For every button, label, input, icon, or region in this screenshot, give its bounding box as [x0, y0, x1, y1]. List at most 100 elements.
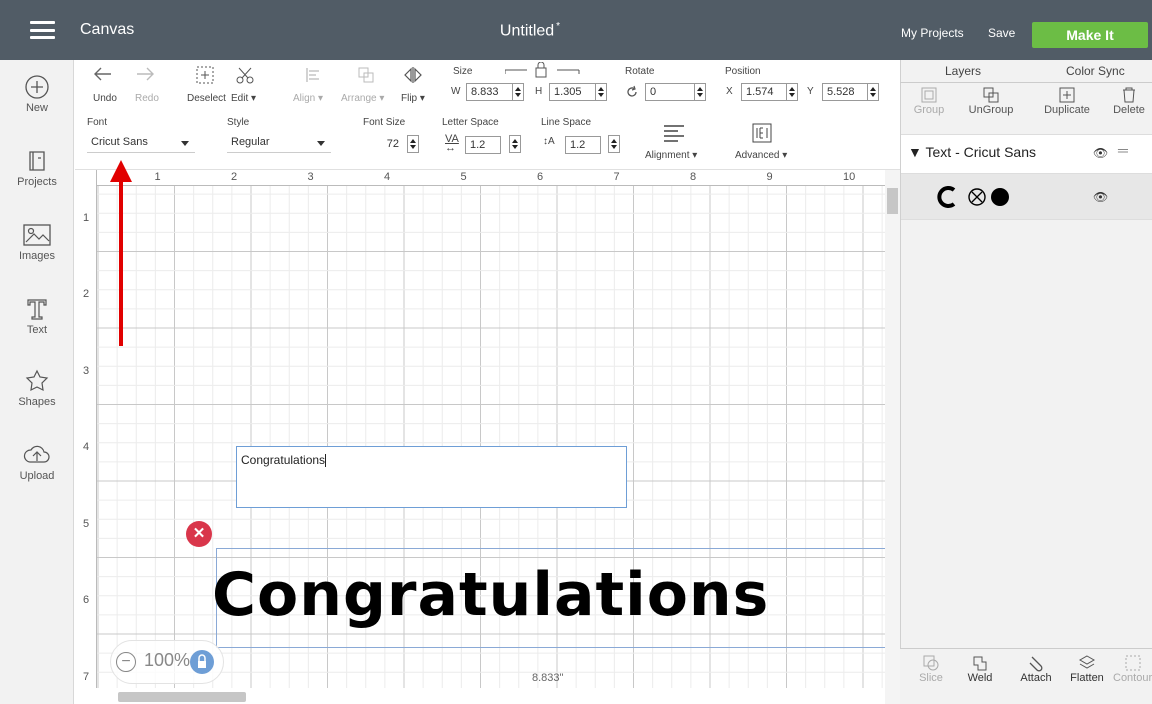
undo-button[interactable]: Undo: [93, 93, 117, 104]
contour-button[interactable]: Contour: [1113, 654, 1152, 684]
alignment-dropdown[interactable]: Alignment ▾: [645, 150, 697, 161]
height-stepper[interactable]: [595, 83, 607, 101]
delete-label: Delete: [1113, 104, 1145, 116]
flip-icon[interactable]: [403, 66, 423, 84]
ruler-top-tick-label: 10: [843, 171, 856, 183]
redo-button[interactable]: Redo: [135, 93, 159, 104]
attach-button[interactable]: Attach: [1011, 654, 1061, 684]
layer-group-title[interactable]: ▼ Text - Cricut Sans: [908, 144, 1036, 160]
text-input-box[interactable]: Congratulations: [236, 446, 627, 508]
rotate-input[interactable]: 0: [645, 83, 695, 101]
text-label: Text: [26, 324, 48, 336]
ungroup-button[interactable]: UnGroup: [960, 86, 1022, 116]
duplicate-label: Duplicate: [1044, 104, 1090, 116]
ruler-top-tick-label: 4: [384, 171, 391, 183]
lock-icon[interactable]: [190, 650, 214, 674]
close-icon[interactable]: ✕: [186, 521, 212, 547]
style-label: Style: [227, 117, 250, 128]
tab-divider: [900, 82, 1152, 83]
font-dropdown[interactable]: Cricut Sans: [87, 133, 195, 153]
document-title[interactable]: Untitled *: [440, 21, 620, 40]
arrange-dropdown[interactable]: Arrange ▾: [341, 93, 384, 104]
ruler-top: 1 2 3 4 5 6 7 8 9 10: [75, 170, 885, 186]
projects-label: Projects: [17, 176, 57, 188]
save-button[interactable]: Save: [988, 26, 1015, 40]
eye-icon[interactable]: 👁: [1093, 146, 1108, 160]
delete-button[interactable]: Delete: [1098, 86, 1152, 116]
text-input-value: Congratulations: [241, 453, 326, 467]
line-space-input[interactable]: 1.2: [565, 136, 601, 154]
group-button[interactable]: Group: [898, 86, 960, 116]
rendered-text-object[interactable]: Congratulations: [212, 560, 769, 630]
rotate-stepper[interactable]: [694, 83, 706, 101]
ruler-top-tick-label: 3: [307, 171, 314, 183]
font-size-input[interactable]: 72: [365, 136, 403, 154]
undo-icon[interactable]: [93, 66, 113, 82]
text-button[interactable]: Text: [0, 296, 74, 336]
deselect-button[interactable]: Deselect: [187, 93, 226, 104]
zoom-out-button[interactable]: −: [116, 652, 136, 672]
zoom-level: 100%: [144, 650, 191, 670]
slice-button[interactable]: Slice: [906, 654, 956, 684]
horizontal-scroll-thumb[interactable]: [118, 692, 246, 702]
projects-button[interactable]: Projects: [0, 148, 74, 188]
lock-aspect-icon[interactable]: [505, 62, 595, 78]
weld-button[interactable]: Weld: [955, 654, 1005, 684]
group-label: Group: [913, 104, 945, 116]
upload-button[interactable]: Upload: [0, 442, 74, 482]
advanced-dropdown[interactable]: Advanced ▾: [735, 150, 787, 161]
images-button[interactable]: Images: [0, 222, 74, 262]
align-icon[interactable]: [305, 66, 323, 84]
width-stepper[interactable]: [512, 83, 524, 101]
font-size-stepper[interactable]: [407, 135, 419, 153]
alignment-icon[interactable]: [663, 124, 685, 142]
scissors-icon[interactable]: [235, 65, 255, 85]
plus-circle-icon: [25, 75, 49, 99]
flip-label: Flip: [401, 93, 418, 104]
flip-dropdown[interactable]: Flip ▾: [401, 93, 425, 104]
contour-icon: [1125, 655, 1140, 671]
advanced-label: Advanced: [735, 150, 780, 161]
y-position-stepper[interactable]: [867, 83, 879, 101]
position-label: Position: [725, 66, 761, 77]
ungroup-label: UnGroup: [968, 104, 1014, 116]
ruler-left: 1 2 3 4 5 6 7: [75, 170, 97, 690]
chevron-down-icon: [181, 141, 189, 146]
line-space-stepper[interactable]: [608, 135, 620, 153]
flatten-button[interactable]: Flatten: [1062, 654, 1112, 684]
layer-visibility-icon[interactable]: 👁: [1093, 190, 1108, 204]
make-it-button[interactable]: Make It: [1032, 22, 1148, 48]
style-dropdown[interactable]: Regular: [227, 133, 331, 153]
advanced-icon[interactable]: [751, 122, 773, 144]
letter-space-input[interactable]: 1.2: [465, 136, 501, 154]
menu-icon[interactable]: [30, 21, 55, 39]
drag-handle-icon[interactable]: ═: [1118, 142, 1128, 158]
edit-dropdown[interactable]: Edit ▾: [231, 93, 256, 104]
x-label: X: [726, 86, 733, 97]
my-projects-link[interactable]: My Projects: [901, 26, 964, 40]
deselect-icon[interactable]: [195, 65, 215, 85]
letter-space-stepper[interactable]: [509, 135, 521, 153]
arrange-icon[interactable]: [357, 66, 375, 84]
y-position-input[interactable]: 5.528: [822, 83, 868, 101]
document-title-text: Untitled: [499, 22, 555, 40]
x-position-stepper[interactable]: [786, 83, 798, 101]
align-dropdown[interactable]: Align ▾: [293, 93, 323, 104]
shapes-button[interactable]: Shapes: [0, 368, 74, 408]
vertical-scroll-thumb[interactable]: [887, 188, 898, 214]
slice-icon: [923, 655, 939, 671]
duplicate-button[interactable]: Duplicate: [1036, 86, 1098, 116]
ruler-left-tick-label: 7: [83, 670, 90, 683]
tab-layers[interactable]: Layers: [945, 64, 981, 78]
weld-icon: [973, 656, 987, 671]
new-button[interactable]: New: [0, 74, 74, 114]
height-input[interactable]: 1.305: [549, 83, 596, 101]
x-position-input[interactable]: 1.574: [741, 83, 787, 101]
tab-color-sync[interactable]: Color Sync: [1066, 64, 1125, 78]
line-space-icon: ↕A: [543, 136, 555, 147]
flatten-label: Flatten: [1070, 672, 1104, 684]
width-input[interactable]: 8.833: [466, 83, 513, 101]
redo-icon[interactable]: [135, 66, 155, 82]
ruler-top-tick-label: 8: [690, 171, 697, 183]
vertical-scrollbar[interactable]: [885, 170, 900, 704]
